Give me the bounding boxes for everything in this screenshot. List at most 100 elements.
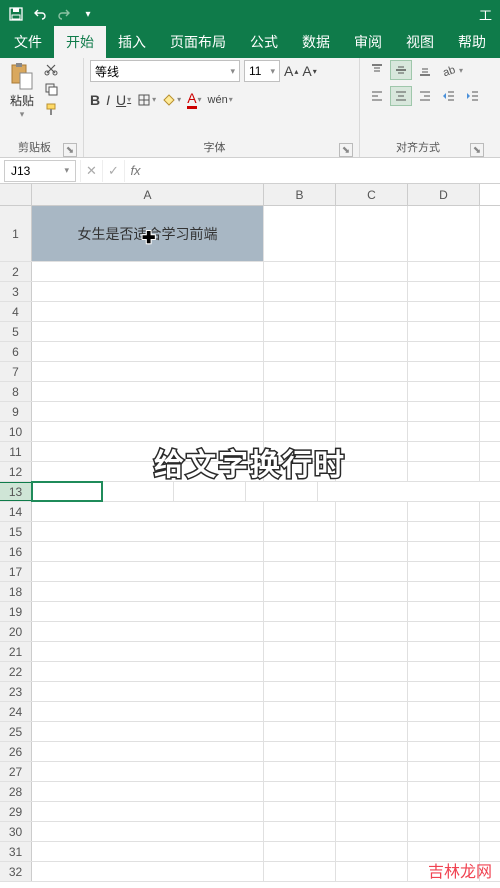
save-icon[interactable] (4, 2, 28, 26)
cell-C7[interactable] (336, 362, 408, 381)
row-header[interactable]: 15 (0, 522, 32, 541)
col-header-D[interactable]: D (408, 184, 480, 205)
paste-label[interactable]: 粘贴 (10, 92, 34, 109)
cell-C6[interactable] (336, 342, 408, 361)
cell-D17[interactable] (408, 562, 480, 581)
cell-C23[interactable] (336, 682, 408, 701)
cell-B6[interactable] (264, 342, 336, 361)
font-dialog-launcher-icon[interactable]: ⬊ (339, 143, 353, 157)
cell-B8[interactable] (264, 382, 336, 401)
undo-icon[interactable] (28, 2, 52, 26)
tab-帮助[interactable]: 帮助 (446, 26, 498, 58)
cell-B7[interactable] (264, 362, 336, 381)
qat-customize-icon[interactable]: ▾ (76, 2, 100, 26)
row-header[interactable]: 31 (0, 842, 32, 861)
row-header[interactable]: 26 (0, 742, 32, 761)
cell-A23[interactable] (32, 682, 264, 701)
cell-C9[interactable] (336, 402, 408, 421)
cell-B24[interactable] (264, 702, 336, 721)
row-header[interactable]: 23 (0, 682, 32, 701)
cell-B25[interactable] (264, 722, 336, 741)
cell-B13[interactable] (102, 482, 174, 501)
tab-插入[interactable]: 插入 (106, 26, 158, 58)
cell-B3[interactable] (264, 282, 336, 301)
row-header[interactable]: 25 (0, 722, 32, 741)
col-header-B[interactable]: B (264, 184, 336, 205)
font-name-select[interactable]: 等线 ▾ (90, 60, 240, 82)
cell-B9[interactable] (264, 402, 336, 421)
cell-A6[interactable] (32, 342, 264, 361)
cell-C28[interactable] (336, 782, 408, 801)
tab-开始[interactable]: 开始 (54, 26, 106, 58)
align-top-icon[interactable] (366, 60, 388, 80)
cell-B29[interactable] (264, 802, 336, 821)
orientation-icon[interactable]: ab▾ (438, 60, 468, 80)
paste-dropdown-icon[interactable]: ▾ (20, 109, 25, 120)
cancel-formula-icon[interactable]: ✕ (80, 160, 102, 182)
cell-A9[interactable] (32, 402, 264, 421)
row-header[interactable]: 16 (0, 542, 32, 561)
cell-A21[interactable] (32, 642, 264, 661)
row-header[interactable]: 17 (0, 562, 32, 581)
align-bottom-icon[interactable] (414, 60, 436, 80)
cell-C2[interactable] (336, 262, 408, 281)
cell-A28[interactable] (32, 782, 264, 801)
cell-A7[interactable] (32, 362, 264, 381)
col-header-A[interactable]: A (32, 184, 264, 205)
cell-B16[interactable] (264, 542, 336, 561)
border-button[interactable]: ▾ (137, 93, 156, 107)
row-header[interactable]: 9 (0, 402, 32, 421)
cell-B10[interactable] (264, 422, 336, 441)
cell-D3[interactable] (408, 282, 480, 301)
underline-button[interactable]: U▾ (116, 92, 131, 108)
align-left-icon[interactable] (366, 86, 388, 106)
cell-D14[interactable] (408, 502, 480, 521)
redo-icon[interactable] (52, 2, 76, 26)
cut-icon[interactable] (42, 60, 60, 78)
cell-C14[interactable] (336, 502, 408, 521)
cell-B17[interactable] (264, 562, 336, 581)
cell-A27[interactable] (32, 762, 264, 781)
cell-B21[interactable] (264, 642, 336, 661)
cell-B5[interactable] (264, 322, 336, 341)
decrease-font-icon[interactable]: A▾ (302, 63, 316, 79)
cell-A13[interactable] (32, 482, 102, 501)
tab-数据[interactable]: 数据 (290, 26, 342, 58)
cell-D29[interactable] (408, 802, 480, 821)
cell-A29[interactable] (32, 802, 264, 821)
cell-A5[interactable] (32, 322, 264, 341)
row-header[interactable]: 29 (0, 802, 32, 821)
cell-C29[interactable] (336, 802, 408, 821)
cell-D19[interactable] (408, 602, 480, 621)
cell-C4[interactable] (336, 302, 408, 321)
row-header[interactable]: 18 (0, 582, 32, 601)
row-header[interactable]: 8 (0, 382, 32, 401)
cell-D15[interactable] (408, 522, 480, 541)
cell-C30[interactable] (336, 822, 408, 841)
row-header[interactable]: 2 (0, 262, 32, 281)
cell-D4[interactable] (408, 302, 480, 321)
increase-font-icon[interactable]: A▴ (284, 63, 298, 79)
cell-C1[interactable] (336, 206, 408, 261)
cell-D28[interactable] (408, 782, 480, 801)
cell-B20[interactable] (264, 622, 336, 641)
row-header[interactable]: 5 (0, 322, 32, 341)
cell-C13[interactable] (174, 482, 246, 501)
cell-C10[interactable] (336, 422, 408, 441)
cell-D26[interactable] (408, 742, 480, 761)
cell-A31[interactable] (32, 842, 264, 861)
cell-A10[interactable] (32, 422, 264, 441)
cell-A14[interactable] (32, 502, 264, 521)
cell-B2[interactable] (264, 262, 336, 281)
row-header[interactable]: 32 (0, 862, 32, 881)
copy-icon[interactable] (42, 80, 60, 98)
row-header[interactable]: 30 (0, 822, 32, 841)
row-header[interactable]: 24 (0, 702, 32, 721)
align-center-icon[interactable] (390, 86, 412, 106)
cell-D24[interactable] (408, 702, 480, 721)
cell-D5[interactable] (408, 322, 480, 341)
italic-button[interactable]: I (106, 92, 110, 108)
cell-B28[interactable] (264, 782, 336, 801)
cell-D18[interactable] (408, 582, 480, 601)
cell-D22[interactable] (408, 662, 480, 681)
